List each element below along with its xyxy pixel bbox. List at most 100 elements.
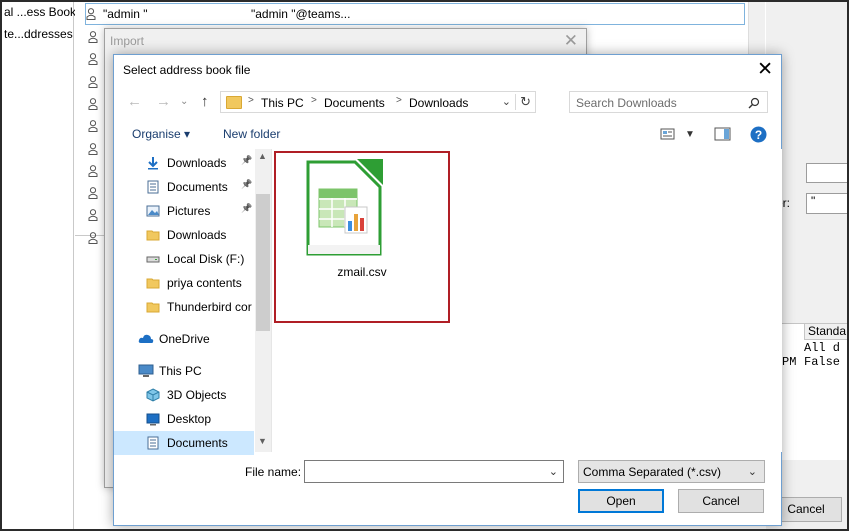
scroll-thumb[interactable] [256, 194, 270, 331]
pictures-icon [146, 204, 160, 217]
person-icon [88, 53, 98, 66]
refresh-icon[interactable]: ↻ [515, 94, 531, 110]
folder-icon [146, 300, 160, 313]
breadcrumb-downloads[interactable]: Downloads [409, 96, 468, 110]
back-arrow-icon[interactable]: ← [127, 93, 142, 110]
nav-item-label: Downloads [167, 156, 227, 170]
background-horizontal-scrollbar[interactable] [779, 460, 848, 475]
nav-item-downloads[interactable]: Downloads [114, 223, 254, 247]
nav-item-downloads[interactable]: Downloads 📌 [114, 151, 254, 175]
background-text-field[interactable] [806, 163, 848, 183]
organise-menu-button[interactable]: Organise ▾ [132, 127, 190, 141]
table-cell: All d [804, 341, 841, 355]
nav-item-label: Documents [167, 180, 228, 194]
person-icon [88, 75, 98, 88]
person-icon [88, 142, 98, 155]
nav-item-label: Documents [167, 436, 228, 450]
chevron-down-icon[interactable]: ⌄ [748, 465, 757, 478]
spreadsheet-file-icon [306, 159, 383, 256]
nav-item-label: Desktop [167, 412, 212, 426]
pin-icon: 📌 [241, 203, 253, 213]
folder-icon [226, 96, 242, 109]
file-name-field[interactable]: ⌄ [304, 460, 564, 483]
contact-name: "admin " [103, 7, 148, 21]
open-button[interactable]: Open [578, 489, 664, 513]
help-icon[interactable]: ? [750, 126, 767, 143]
nav-item-thunderbird-cor[interactable]: Thunderbird cor [114, 295, 254, 319]
chevron-down-icon[interactable]: ⌄ [502, 95, 511, 108]
forward-arrow-icon[interactable]: → [156, 93, 171, 110]
chevron-right-icon[interactable]: > [396, 95, 402, 106]
cancel-button[interactable]: Cancel [678, 489, 764, 513]
scroll-down-icon[interactable]: ▼ [258, 436, 267, 446]
drive-icon [146, 252, 160, 265]
file-type-select[interactable]: Comma Separated (*.csv) ⌄ [578, 460, 765, 483]
table-header: Standa [804, 324, 849, 340]
nav-item-label: Local Disk (F:) [167, 252, 245, 266]
navigation-pane: Downloads 📌 Documents 📌 Pictures 📌 Downloads Lo… [114, 149, 271, 455]
address-bar[interactable]: > This PC > Documents > Downloads ⌄ ↻ [220, 91, 536, 113]
desktop-icon [146, 412, 160, 426]
person-icon [88, 120, 98, 133]
new-folder-button[interactable]: New folder [223, 127, 280, 141]
address-book-entry[interactable]: al ...ess Book [4, 5, 76, 19]
close-icon[interactable]: ✕ [757, 58, 773, 81]
file-name: zmail.csv [337, 265, 387, 279]
nav-item-label: This PC [159, 364, 202, 378]
file-list: zmail.csv [271, 149, 782, 452]
chevron-down-icon[interactable]: ⌄ [549, 465, 558, 478]
folder-icon [146, 228, 160, 241]
search-box[interactable]: Search Downloads [569, 91, 768, 113]
table-cell: False [804, 355, 841, 369]
file-name-label: File name: [245, 465, 302, 479]
person-icon [88, 31, 98, 43]
svg-text:?: ? [755, 128, 762, 142]
file-item-zmail-csv[interactable]: zmail.csv [274, 151, 450, 323]
nav-item-desktop[interactable]: Desktop [114, 407, 254, 431]
select-file-dialog: Select address book file ✕ ← → ⌄ ↑ > Thi… [113, 54, 782, 526]
nav-item-label: Pictures [167, 204, 211, 218]
pin-icon: 📌 [241, 155, 253, 165]
recent-locations-chevron-icon[interactable]: ⌄ [180, 96, 188, 107]
breadcrumb-documents[interactable]: Documents [324, 96, 385, 110]
chevron-right-icon[interactable]: > [311, 95, 317, 106]
import-close-icon[interactable]: ✕ [564, 31, 578, 51]
document-icon [146, 436, 160, 450]
document-icon [146, 180, 160, 194]
address-book-entry[interactable]: te...ddresses [4, 27, 73, 41]
import-dialog-title: Import [110, 34, 145, 48]
nav-item-documents[interactable]: Documents [114, 431, 254, 455]
nav-item-pictures[interactable]: Pictures 📌 [114, 199, 254, 223]
nav-item-label: 3D Objects [167, 388, 227, 402]
breadcrumb-this-pc[interactable]: This PC [261, 96, 304, 110]
nav-item-local-disk-f[interactable]: Local Disk (F:) [114, 247, 254, 271]
person-icon [88, 187, 98, 200]
folder-icon [146, 276, 160, 289]
nav-item-3d-objects[interactable]: 3D Objects [114, 383, 254, 407]
change-view-icon[interactable] [660, 127, 678, 141]
chevron-right-icon[interactable]: > [248, 95, 254, 106]
scroll-up-icon[interactable]: ▲ [258, 151, 267, 161]
pin-icon: 📌 [241, 179, 253, 189]
up-arrow-icon[interactable]: ↑ [201, 93, 209, 110]
nav-item-this-pc[interactable]: This PC [114, 359, 254, 383]
person-icon [86, 8, 96, 20]
background-select[interactable]: " [806, 193, 848, 214]
preview-pane-icon[interactable] [714, 127, 732, 141]
nav-item-onedrive[interactable]: OneDrive [114, 327, 254, 351]
contact-email: "admin "@teams... [251, 7, 351, 21]
view-dropdown-chevron-icon[interactable]: ▼ [685, 129, 695, 140]
nav-item-priya-contents[interactable]: priya contents [114, 271, 254, 295]
person-icon [88, 231, 98, 244]
computer-icon [138, 364, 154, 377]
search-icon[interactable] [748, 97, 760, 109]
file-type-value: Comma Separated (*.csv) [583, 465, 722, 479]
nav-item-documents[interactable]: Documents 📌 [114, 175, 254, 199]
contact-row[interactable]: "admin " "admin "@teams... [85, 3, 745, 25]
background-address-book-pane: al ...ess Book te...ddresses [2, 2, 76, 529]
cloud-icon [138, 332, 154, 345]
navigation-scrollbar[interactable]: ▲ ▼ [255, 149, 271, 452]
person-icon [88, 97, 98, 110]
dialog-title: Select address book file [123, 63, 251, 77]
search-input[interactable]: Search Downloads [576, 96, 677, 110]
